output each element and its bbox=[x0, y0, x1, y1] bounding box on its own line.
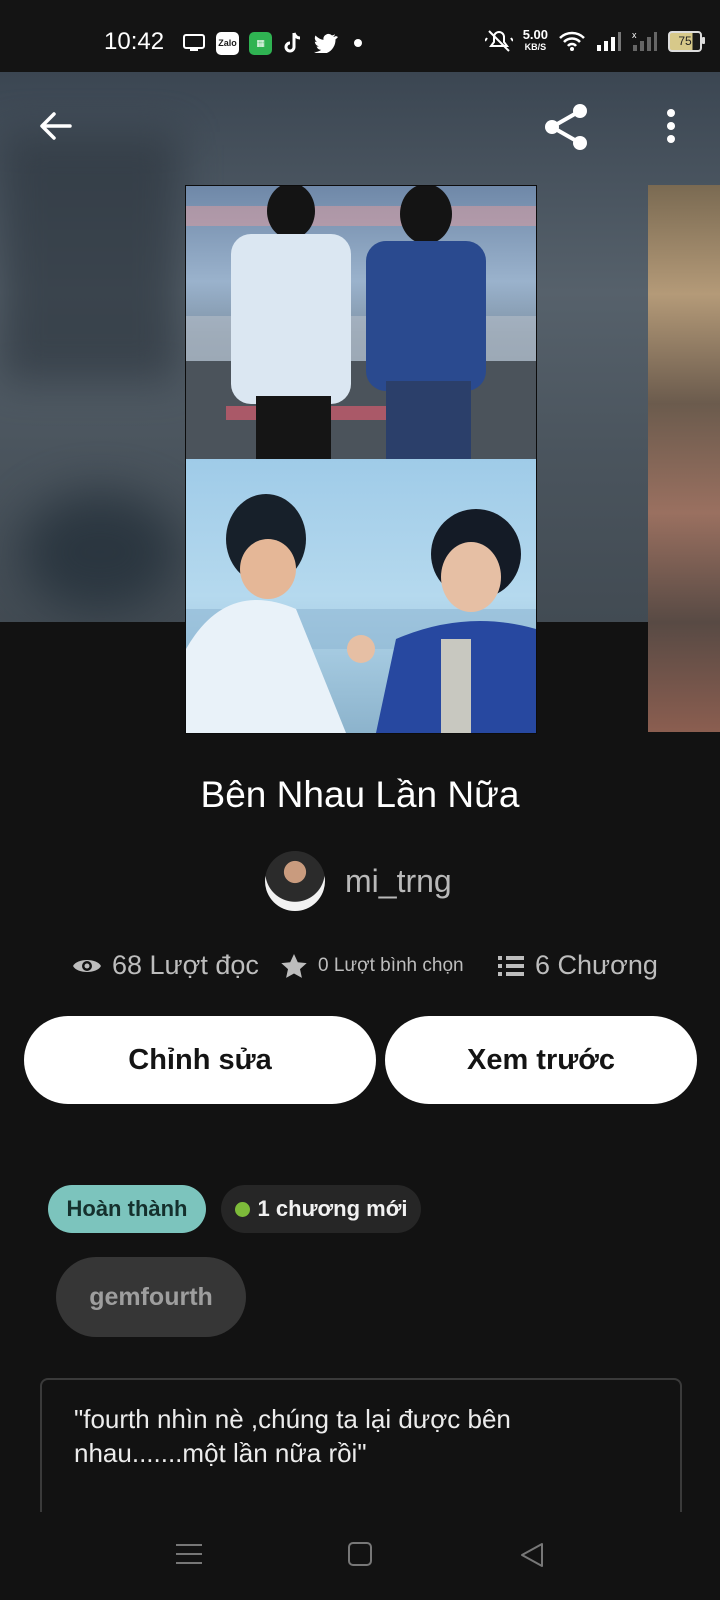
votes-stat: 0 Lượt bình chọn bbox=[280, 953, 464, 979]
new-chapter-badge: 1 chương mới bbox=[221, 1185, 421, 1233]
chapters-stat[interactable]: 6 Chương bbox=[497, 950, 658, 981]
wifi-icon bbox=[559, 31, 585, 51]
system-icons: 5.00 KB/S x 75 bbox=[484, 27, 705, 53]
cover-top-photo bbox=[186, 186, 536, 459]
system-back-button[interactable] bbox=[520, 1542, 544, 1573]
more-options-button[interactable] bbox=[664, 108, 678, 149]
eye-icon bbox=[73, 959, 101, 972]
network-speed: 5.00 KB/S bbox=[522, 27, 548, 53]
tiktok-icon bbox=[284, 32, 301, 53]
zalo-icon: Zalo bbox=[216, 31, 239, 55]
cover-bottom-illustration bbox=[186, 494, 536, 733]
author-name[interactable]: mi_trng bbox=[345, 863, 452, 900]
monitor-icon bbox=[183, 34, 205, 51]
share-icon bbox=[545, 104, 587, 150]
description-text: "fourth nhìn nè ,chúng ta lại được bên n… bbox=[74, 1402, 664, 1470]
list-icon bbox=[498, 955, 524, 976]
author-info[interactable]: mi_trng bbox=[265, 851, 452, 911]
status-badge: Hoàn thành bbox=[48, 1185, 206, 1233]
home-button[interactable] bbox=[348, 1542, 372, 1571]
notification-icons: Zalo ▦ bbox=[182, 31, 368, 55]
signal-2-icon: x bbox=[632, 30, 657, 51]
more-vertical-icon bbox=[667, 109, 675, 143]
twitter-icon bbox=[314, 33, 338, 53]
system-nav-bar bbox=[0, 1512, 720, 1600]
square-icon bbox=[348, 1542, 372, 1566]
svg-text:x: x bbox=[632, 30, 637, 40]
story-title: Bên Nhau Lần Nữa bbox=[200, 774, 520, 815]
description-line-2: nhau.......một lần nữa rồi" bbox=[74, 1438, 367, 1468]
edit-button[interactable]: Chỉnh sửa bbox=[24, 1016, 376, 1104]
signal-icon bbox=[597, 32, 621, 51]
calculator-icon: ▦ bbox=[249, 31, 272, 55]
avatar[interactable] bbox=[265, 851, 325, 911]
recent-apps-button[interactable] bbox=[176, 1542, 202, 1571]
cover-top-illustration bbox=[186, 186, 536, 459]
reads-count: 68 Lượt đọc bbox=[112, 950, 259, 980]
preview-button[interactable]: Xem trước bbox=[385, 1016, 697, 1104]
story-stats: 68 Lượt đọc 0 Lượt bình chọn 6 Chương bbox=[72, 950, 662, 986]
description-line-1: "fourth nhìn nè ,chúng ta lại được bên bbox=[74, 1404, 511, 1434]
back-arrow-icon bbox=[40, 112, 72, 140]
next-story-cover[interactable] bbox=[648, 185, 720, 732]
dot-icon bbox=[354, 39, 362, 47]
status-time: 10:42 bbox=[104, 28, 165, 55]
cover-bottom-photo bbox=[186, 459, 536, 733]
menu-lines-icon bbox=[176, 1544, 202, 1564]
new-dot-icon bbox=[234, 1201, 250, 1217]
votes-count: 0 Lượt bình chọn bbox=[318, 955, 464, 976]
star-icon bbox=[281, 954, 307, 978]
share-button[interactable] bbox=[540, 102, 592, 157]
chapters-count[interactable]: 6 Chương bbox=[535, 950, 658, 981]
network-speed-unit: KB/S bbox=[524, 42, 547, 52]
tag-chip[interactable]: gemfourth bbox=[56, 1257, 246, 1337]
description-box[interactable]: "fourth nhìn nè ,chúng ta lại được bên n… bbox=[40, 1378, 682, 1520]
network-speed-value: 5.00 bbox=[522, 27, 548, 42]
reads-stat: 68 Lượt đọc bbox=[72, 950, 259, 981]
status-bar: 10:42 Zalo ▦ 5.00 KB/S x 75 bbox=[0, 0, 720, 72]
triangle-back-icon bbox=[521, 1543, 543, 1567]
battery-icon: 75 bbox=[668, 30, 705, 52]
mute-icon bbox=[484, 30, 513, 52]
back-button[interactable] bbox=[38, 108, 74, 149]
new-chapter-label: 1 chương mới bbox=[257, 1196, 408, 1221]
story-cover-image[interactable] bbox=[185, 185, 537, 734]
